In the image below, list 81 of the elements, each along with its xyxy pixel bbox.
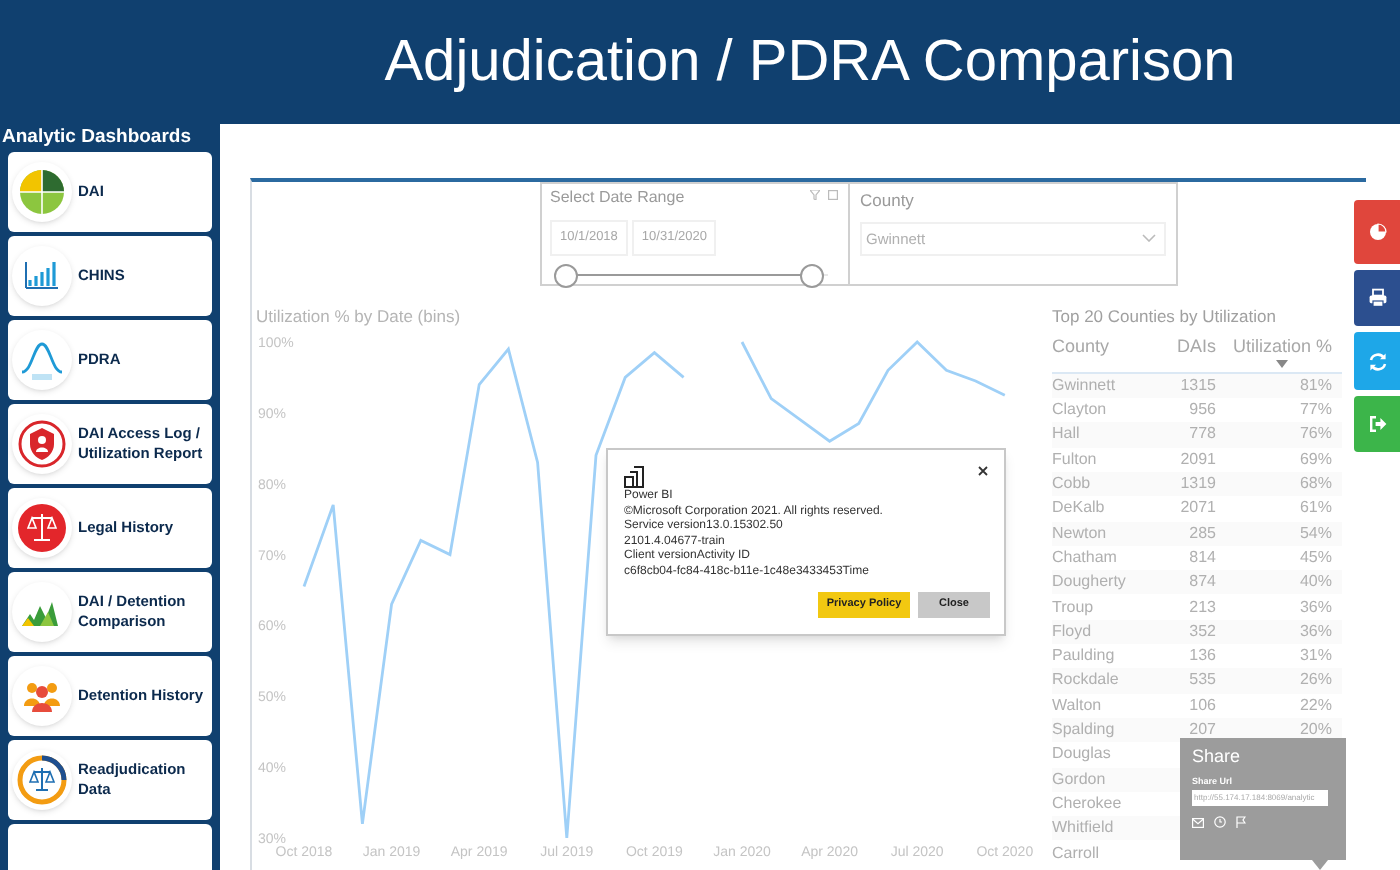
bell-curve-icon [12,330,72,391]
table-cell-text: 40% [1297,570,1332,595]
table-cell-text: 778 [1187,422,1216,447]
table-cell-text: 213 [1187,595,1216,620]
bar-chart-icon [624,464,646,488]
pie-chart-icon [12,162,72,223]
table-cell-text: Chatham [1052,545,1119,570]
table-cell-text: 81% [1297,373,1332,398]
slicer-title: Select Date Range [550,186,685,210]
table-cell-text: Whitfield [1052,816,1116,841]
flag-icon[interactable] [1236,816,1246,828]
table-cell-text: 1319 [1178,472,1216,497]
table-cell-text: Douglas [1052,742,1113,767]
table-cell-text: Gordon [1052,767,1108,792]
table-cell-text: 45% [1297,545,1332,570]
table-cell-text: Walton [1052,693,1104,718]
table-cell-text: 36% [1297,619,1332,644]
table-cell-text: 285 [1187,521,1216,546]
table-cell-text: 1315 [1178,373,1216,398]
table-title: Top 20 Counties by Utilization [1052,304,1278,330]
side-button[interactable] [1354,200,1400,264]
table-cell-text: 22% [1297,693,1332,718]
table-cell-text: Spalding [1052,718,1117,743]
table-cell-text: Newton [1052,521,1109,546]
refresh-icon [1367,351,1387,371]
slider-handle[interactable] [554,263,578,288]
table-cell-text: 2071 [1178,496,1216,521]
table-cell-text: 69% [1297,447,1332,472]
table-cell-text: 352 [1187,619,1216,644]
filter-icon [810,190,820,200]
scales-icon [12,498,72,559]
chart-title: Utilization % by Date (bins) [256,306,463,326]
table-cell-text: 68% [1297,472,1332,497]
bar-chart-icon [12,246,72,307]
people-icon [12,666,72,727]
slider-handle[interactable] [800,263,824,288]
exit-icon [1367,414,1387,434]
table-cell-text: 26% [1297,668,1332,693]
scales-icon [12,750,72,811]
table-cell-text: 2091 [1178,447,1216,472]
table-cell-text: 207 [1187,718,1216,743]
page-title: Adjudication / PDRA Comparison [384,33,1236,91]
slicer-title: County [860,188,916,214]
print-icon [1367,288,1387,308]
close-icon[interactable] [978,466,988,476]
table-cell-text: 956 [1187,398,1216,423]
table-cell-text: 874 [1187,570,1216,595]
table-cell-text: 77% [1297,398,1332,423]
table-cell-text: Hall [1052,422,1082,447]
table-cell-text: Troup [1052,595,1096,620]
table-cell-text: 814 [1187,545,1216,570]
table-cell-text: 535 [1187,668,1216,693]
table-cell-text: DeKalb [1052,496,1107,521]
table-cell-text: 20% [1297,718,1332,743]
table-cell-text: 136 [1187,644,1216,669]
table-cell-text: Rockdale [1052,668,1121,693]
chevron-down-icon [1142,234,1156,243]
table-cell-text: Gwinnett [1052,373,1118,398]
table-cell-text: 61% [1297,496,1332,521]
table-cell-text: Fulton [1052,447,1099,472]
table-cell-text: Dougherty [1052,570,1128,595]
expand-icon[interactable] [828,190,838,200]
shield-icon [12,414,72,475]
table-cell-text: 36% [1297,595,1332,620]
table-cell-text: Cherokee [1052,791,1124,816]
table-cell-text: Paulding [1052,644,1117,669]
table-cell-text: Carroll [1052,841,1102,866]
table-cell-text: 31% [1297,644,1332,669]
area-chart-icon [12,582,72,643]
mail-icon[interactable] [1192,817,1204,827]
table-cell-text: 54% [1297,521,1332,546]
side-button[interactable] [1354,270,1400,326]
table-cell-text: 76% [1297,422,1332,447]
clock-icon[interactable] [1214,816,1226,828]
sidebar-title: Analytic Dashboards [2,124,193,152]
share-title: Share [1192,746,1243,768]
pie-chart-icon [1367,222,1387,242]
table-cell-text: Cobb [1052,472,1093,497]
table-cell-text: Clayton [1052,398,1109,423]
table-cell-text: Floyd [1052,619,1094,644]
table-cell-text: 106 [1187,693,1216,718]
